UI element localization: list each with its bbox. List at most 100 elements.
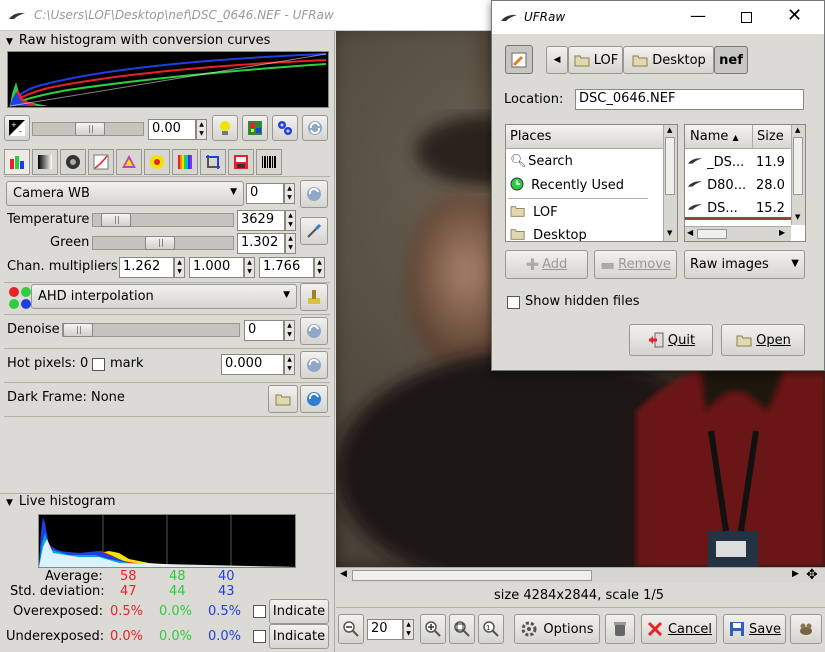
path-button-lof[interactable]: LOF [568, 46, 623, 74]
reset-white-balance-button[interactable] [300, 180, 328, 208]
white-balance-combo[interactable]: Camera WB ▼ [6, 181, 244, 206]
place-item-recently-used[interactable]: Recently Used [506, 174, 677, 196]
live-histogram-expander[interactable]: ▼ Live histogram [6, 494, 116, 509]
files-vscrollbar[interactable]: ▲ ▼ [791, 125, 805, 225]
temperature-slider[interactable] [92, 213, 234, 227]
temperature-spinner[interactable]: ▲ ▼ [285, 210, 296, 231]
restore-details-button[interactable] [242, 115, 268, 141]
save-button[interactable]: Save [723, 614, 786, 644]
hot-pixels-spinner[interactable]: ▲ ▼ [284, 354, 295, 375]
zoom-out-button[interactable] [338, 614, 364, 644]
exposure-slider[interactable] [32, 122, 144, 136]
smoothing-button[interactable] [300, 283, 328, 311]
file-row[interactable]: D80... 28.0 [685, 174, 805, 197]
scroll-down-arrow-icon[interactable]: ▼ [795, 213, 800, 221]
hot-pixels-input[interactable]: 0.000 [221, 354, 284, 375]
tab-lightness[interactable] [172, 149, 198, 175]
denoise-input[interactable]: 0 [244, 320, 284, 341]
raw-histogram-expander[interactable]: ▼ Raw histogram with conversion curves [6, 33, 270, 48]
preview-hscroll-thumb[interactable] [352, 570, 592, 581]
files-hscrollbar[interactable]: ◀ ▶ [685, 226, 791, 241]
denoise-spinner[interactable]: ▲ ▼ [284, 320, 295, 341]
options-button[interactable]: Options [514, 614, 600, 644]
wb-fine-tune-input[interactable]: 0 [246, 183, 284, 204]
scroll-up-arrow-icon[interactable]: ▲ [795, 126, 800, 134]
temperature-input[interactable]: 3629 [237, 210, 285, 231]
gear-settings-button[interactable] [272, 115, 298, 141]
preview-hscrollbar[interactable]: ◀ ▶ ✥ [336, 567, 825, 583]
green-input[interactable]: 1.302 [237, 233, 285, 254]
zoom-fit-button[interactable] [449, 614, 475, 644]
indicate-overexposed-button[interactable]: Indicate [269, 599, 329, 624]
indicate-underexposed-checkbox[interactable] [253, 630, 266, 643]
indicate-overexposed-checkbox[interactable] [253, 605, 266, 618]
chan-multiplier-r-spinner[interactable]: ▲ ▼ [174, 257, 185, 278]
tab-grayscale[interactable] [32, 149, 58, 175]
places-header[interactable]: Places [506, 125, 677, 149]
file-row-selected[interactable]: DS... 15.2 [685, 197, 805, 220]
indicate-underexposed-button[interactable]: Indicate [269, 624, 329, 649]
zoom-spinner[interactable]: ▲ ▼ [403, 619, 414, 640]
send-to-gimp-button[interactable] [790, 614, 822, 644]
tab-color-corrections[interactable] [144, 149, 170, 175]
auto-exposure-button[interactable]: + - [4, 115, 30, 141]
scroll-right-arrow-icon[interactable]: ▶ [779, 228, 785, 237]
tab-save[interactable] [228, 149, 254, 175]
tab-crop-rotate[interactable] [200, 149, 226, 175]
path-button-nef[interactable]: nef [714, 46, 748, 74]
file-filter-combo[interactable]: Raw images ▼ [684, 250, 805, 279]
chan-multiplier-b-spinner[interactable]: ▲ ▼ [314, 257, 325, 278]
mark-hot-pixels-checkbox[interactable] [92, 358, 105, 371]
show-hidden-checkbox[interactable] [507, 296, 520, 309]
close-icon[interactable]: ✕ [787, 5, 802, 26]
denoise-slider-thumb[interactable] [63, 323, 93, 337]
green-slider-thumb[interactable] [145, 236, 175, 250]
exposure-input[interactable]: 0.00 [148, 119, 196, 140]
size-column-header[interactable]: Size [754, 125, 794, 149]
file-row[interactable]: _DS... 11.9 [685, 151, 805, 174]
minimize-icon[interactable]: — [690, 6, 706, 25]
scroll-right-arrow-icon[interactable]: ▶ [792, 569, 799, 579]
green-slider[interactable] [92, 236, 234, 250]
interpolation-combo[interactable]: AHD interpolation ▼ [31, 284, 297, 309]
tab-color-management[interactable] [116, 149, 142, 175]
files-hscroll-thumb[interactable] [697, 229, 727, 239]
maximize-icon[interactable] [741, 12, 752, 23]
scroll-down-arrow-icon[interactable]: ▼ [667, 229, 672, 237]
places-scrollbar[interactable]: ▲ ▼ [663, 125, 677, 241]
green-spinner[interactable]: ▲ ▼ [285, 233, 296, 254]
tab-base-curve[interactable] [88, 149, 114, 175]
path-button-desktop[interactable]: Desktop [623, 46, 714, 74]
tab-raw[interactable] [4, 149, 30, 175]
remove-place-button[interactable]: ▬ Remove [594, 250, 677, 279]
add-place-button[interactable]: ✚ Add [505, 250, 588, 279]
spot-wb-button[interactable] [300, 217, 328, 245]
scroll-left-arrow-icon[interactable]: ◀ [340, 569, 347, 579]
reset-exposure-button[interactable] [302, 115, 328, 141]
tab-lens[interactable] [60, 149, 86, 175]
chan-multiplier-r[interactable]: 1.262 [119, 257, 174, 278]
exposure-spinner[interactable]: ▲ ▼ [196, 119, 207, 140]
reset-denoise-button[interactable] [300, 317, 328, 345]
chan-multiplier-b[interactable]: 1.766 [259, 257, 314, 278]
pan-icon[interactable]: ✥ [806, 567, 818, 583]
place-item-search[interactable]: 🔍︎ Search [506, 151, 677, 173]
place-item-desktop[interactable]: Desktop [506, 224, 677, 241]
scroll-up-arrow-icon[interactable]: ▲ [667, 126, 672, 134]
place-item-lof[interactable]: LOF [506, 201, 677, 223]
quit-button[interactable]: Quit [629, 324, 713, 356]
chan-multiplier-g-spinner[interactable]: ▲ ▼ [244, 257, 255, 278]
reset-dark-frame-button[interactable] [300, 385, 328, 413]
places-scroll-thumb[interactable] [665, 137, 675, 195]
zoom-in-button[interactable] [420, 614, 446, 644]
files-vscroll-thumb[interactable] [793, 137, 803, 195]
wb-fine-tune-spinner[interactable]: ▲ ▼ [284, 183, 295, 204]
delete-button[interactable] [605, 614, 635, 644]
type-location-button[interactable] [505, 45, 533, 74]
load-dark-frame-button[interactable] [268, 385, 298, 413]
open-button[interactable]: Open [721, 324, 805, 356]
name-column-header[interactable]: Name ▲ [685, 125, 753, 149]
location-input[interactable]: DSC_0646.NEF [575, 89, 804, 110]
scroll-left-arrow-icon[interactable]: ◀ [687, 228, 693, 237]
exposure-slider-thumb[interactable] [75, 122, 105, 136]
